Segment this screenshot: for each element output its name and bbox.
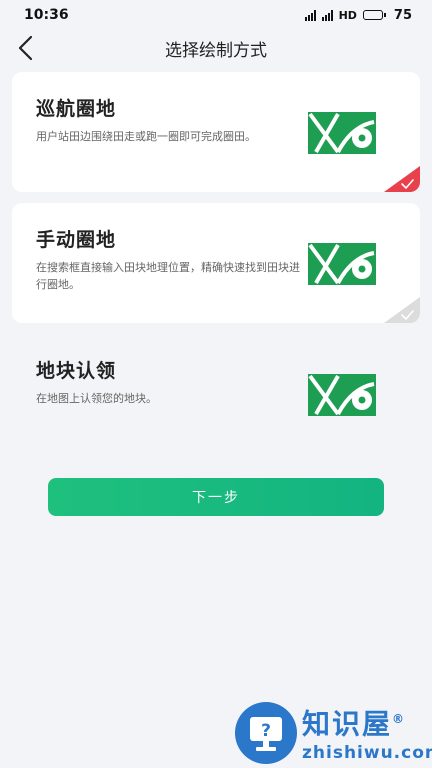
help-monitor-logo-icon: ? — [235, 702, 297, 764]
field-map-icon — [308, 112, 376, 154]
back-button[interactable] — [12, 34, 40, 62]
option-description: 在地图上认领您的地块。 — [36, 392, 157, 405]
option-description: 在搜索框直接输入田块地理位置，精确快速找到田块进行圈地。 — [36, 261, 300, 291]
signal-icon — [304, 9, 316, 21]
chevron-left-icon — [18, 35, 33, 61]
next-step-button[interactable]: 下一步 — [48, 478, 384, 516]
watermark-name: 知识屋 — [302, 707, 393, 741]
field-map-icon — [308, 243, 376, 285]
option-card-manual[interactable]: 手动圈地 在搜索框直接输入田块地理位置，精确快速找到田块进行圈地。 — [12, 203, 420, 323]
page-title: 选择绘制方式 — [165, 40, 267, 61]
network-label: HD — [338, 8, 357, 22]
signal-icon-2 — [321, 9, 333, 21]
battery-level: 75 — [393, 7, 412, 23]
option-title: 手动圈地 — [36, 229, 117, 251]
watermark-domain: zhishiwu.com — [302, 742, 432, 763]
option-title: 巡航圈地 — [36, 98, 117, 120]
watermark: ? 知识屋® zhishiwu.com — [234, 700, 432, 766]
option-card-cruise[interactable]: 巡航圈地 用户站田边围绕田走或跑一圈即可完成圈田。 — [12, 72, 420, 192]
registered-mark: ® — [392, 712, 407, 727]
status-time: 10:36 — [24, 7, 69, 23]
option-title: 地块认领 — [36, 360, 117, 382]
option-card-claim[interactable]: 地块认领 在地图上认领您的地块。 — [12, 334, 420, 454]
field-map-icon — [308, 374, 376, 416]
svg-text:?: ? — [261, 721, 271, 741]
header: 选择绘制方式 — [0, 30, 432, 66]
status-icons: HD 75 — [304, 7, 412, 23]
option-description: 用户站田边围绕田走或跑一圈即可完成圈田。 — [36, 130, 256, 143]
status-bar: 10:36 HD 75 — [0, 0, 432, 30]
unselected-check-icon — [384, 297, 420, 323]
selected-check-icon — [384, 166, 420, 192]
battery-icon — [362, 10, 386, 20]
